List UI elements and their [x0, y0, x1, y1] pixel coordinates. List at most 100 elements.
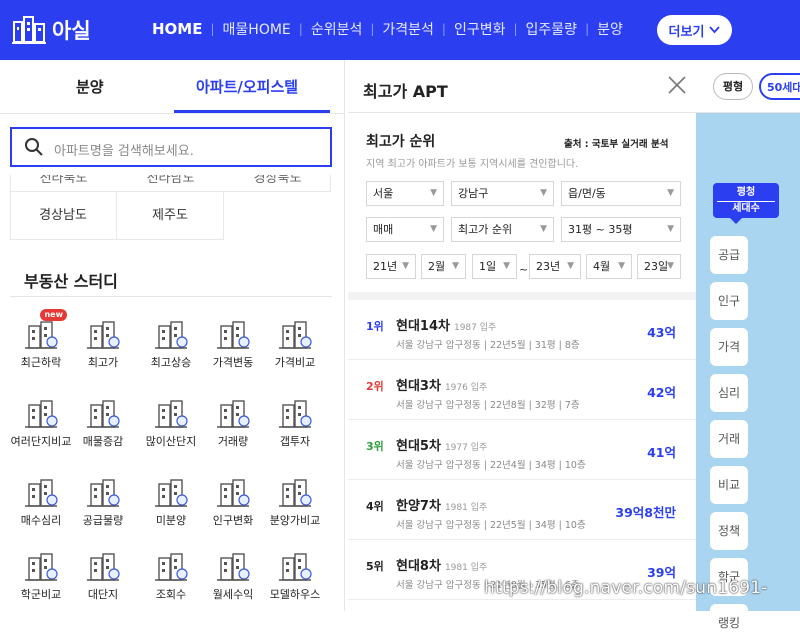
nav-separator: | — [210, 22, 215, 36]
study-item[interactable]: 매수심리 — [6, 476, 76, 528]
study-item[interactable]: 대단지 — [68, 550, 138, 602]
study-item[interactable]: new 최근하락 — [6, 309, 76, 370]
from-year-select[interactable]: 21년 ▼ — [366, 254, 416, 279]
date-range-tilde: ~ — [519, 263, 529, 276]
study-item[interactable]: 미분양 — [136, 476, 206, 528]
study-item[interactable]: 가격비교 — [260, 318, 330, 370]
to-year-select[interactable]: 23년 ▼ — [529, 254, 581, 279]
region-item[interactable]: 경상북도 — [224, 175, 331, 191]
more-button[interactable]: 더보기 — [657, 15, 732, 45]
map-menu-button[interactable]: 심리 — [710, 374, 748, 412]
size-select[interactable]: 31평 ~ 35평 ▼ — [561, 217, 681, 242]
nav-price-analysis[interactable]: 가격분석 — [382, 19, 434, 39]
apartment-detail: 서울 강남구 압구정동 | 22년5월 | 31평 | 8층 — [396, 340, 580, 351]
study-item[interactable]: 최고상승 — [136, 318, 206, 370]
nav-move-in-supply[interactable]: 입주물량 — [526, 19, 578, 39]
nav-home[interactable]: HOME — [152, 20, 202, 38]
district-select[interactable]: 강남구 ▼ — [451, 181, 554, 206]
map-search-icon — [213, 397, 253, 431]
region-item[interactable]: 경상남도 — [10, 192, 117, 240]
apartment-row[interactable]: 4위 한양7차 1981 입주 서울 강남구 압구정동 | 22년5월 | 34평 |… — [348, 480, 696, 540]
move-in-year: 1987 입주 — [453, 323, 497, 333]
study-item[interactable]: 모델하우스 — [260, 550, 330, 602]
apartment-price: 41억 — [647, 445, 676, 460]
close-icon[interactable] — [668, 76, 686, 94]
study-item-label: 매물증감 — [82, 435, 124, 448]
study-item[interactable]: 학군비교 — [6, 550, 76, 602]
dropdown-arrow-icon: ▼ — [618, 261, 625, 271]
apartment-name: 현대14차 — [396, 319, 450, 334]
study-item[interactable]: 분양가비교 — [260, 476, 330, 528]
study-item[interactable]: 여러단지비교 — [6, 397, 76, 449]
to-day-select[interactable]: 23일 ▼ — [637, 254, 681, 279]
nav-separator: | — [441, 22, 446, 36]
deal-type-select[interactable]: 매매 ▼ — [366, 217, 444, 242]
study-item-label: 최근하락 — [20, 356, 62, 369]
map-menu-button[interactable]: 인구 — [710, 282, 748, 320]
study-item-label: 공급물량 — [82, 514, 124, 527]
study-item[interactable]: 인구변화 — [198, 476, 268, 528]
region-list: 전라북도 전라남도 경상북도 경상남도 제주도 — [10, 175, 332, 255]
nav-separator: | — [370, 22, 375, 36]
sort-select[interactable]: 최고가 순위 ▼ — [451, 217, 554, 242]
large-complex-icon — [83, 550, 123, 584]
study-item-label: 대단지 — [87, 588, 119, 601]
heart-pulse-icon — [21, 476, 61, 510]
search-placeholder: 아파트명을 검색해보세요. — [54, 144, 194, 159]
grid-divider — [330, 175, 331, 192]
region-item[interactable]: 제주도 — [117, 192, 224, 240]
study-section-title: 부동산 스터디 — [24, 272, 118, 291]
search-input[interactable]: 아파트명을 검색해보세요. — [10, 127, 332, 167]
top-navigation-bar: 아실 HOME | 매물HOME | 순위분석 | 가격분석 | 인구변화 | … — [0, 0, 800, 60]
nav-separator: | — [585, 22, 590, 36]
apartment-row[interactable]: 1위 현대14차 1987 입주 서울 강남구 압구정동 | 22년5월 | 31평 … — [348, 300, 696, 360]
study-item[interactable]: 갭투자 — [260, 397, 330, 449]
study-item[interactable]: 매물증감 — [68, 397, 138, 449]
map-menu-button[interactable]: 공급 — [710, 236, 748, 274]
to-month-select[interactable]: 4월 ▼ — [586, 254, 632, 279]
gap-invest-icon — [275, 397, 315, 431]
study-item[interactable]: 많이산단지 — [136, 397, 206, 449]
study-item[interactable]: 최고가 — [68, 318, 138, 370]
map-menu-button[interactable]: 거래 — [710, 420, 748, 458]
rank-label: 3위 — [366, 440, 384, 453]
logo[interactable]: 아실 — [12, 14, 91, 46]
study-item[interactable]: 공급물량 — [68, 476, 138, 528]
crane-icon — [83, 476, 123, 510]
apartment-detail: 서울 강남구 압구정동 | 22년8월 | 32평 | 7층 — [396, 400, 580, 411]
households-filter[interactable]: 50세대 — [759, 73, 800, 100]
apartment-name-line: 현대5차 1977 입주 — [396, 435, 487, 454]
map-area[interactable]: 평청 세대수 공급 인구 가격 심리 거래 비교 정책 학군 랭킹 — [696, 113, 800, 642]
nav-population[interactable]: 인구변화 — [454, 19, 506, 39]
study-item[interactable]: 조회수 — [136, 550, 206, 602]
study-item[interactable]: 거래량 — [198, 397, 268, 449]
study-item[interactable]: 월세수익 — [198, 550, 268, 602]
tab-presale[interactable]: 분양 — [76, 76, 104, 97]
map-menu-button[interactable]: 정책 — [710, 512, 748, 550]
map-menu-button[interactable]: 가격 — [710, 328, 748, 366]
city-select[interactable]: 서울 ▼ — [366, 181, 444, 206]
pyeong-toggle[interactable]: 평형 — [713, 73, 753, 100]
region-item[interactable]: 전라남도 — [117, 175, 224, 191]
tab-apartment-officetel[interactable]: 아파트/오피스텔 — [196, 76, 298, 97]
apartment-row[interactable]: 3위 현대5차 1977 입주서울 강남구 압구정동 | 22년4월 | 34평 |… — [348, 420, 696, 480]
region-item[interactable]: 전라북도 — [10, 175, 117, 191]
nav-listings-home[interactable]: 매물HOME — [223, 19, 291, 39]
study-item[interactable]: 가격변동 — [198, 318, 268, 370]
from-day-select[interactable]: 1일 ▼ — [472, 254, 517, 279]
town-select[interactable]: 읍/면/동 ▼ — [561, 181, 681, 206]
map-panel: 평형 50세대 평청 세대수 공급 인구 가격 심리 거래 비교 정책 학군 랭킹 — [696, 60, 800, 642]
main-nav: HOME | 매물HOME | 순위분석 | 가격분석 | 인구변화 | 입주물… — [152, 19, 623, 39]
apartment-detail: 서울 강남구 압구정동 | 22년4월 | 34평 | 10층 — [396, 460, 586, 471]
apartment-row[interactable]: 2위 현대3차 1976 입주 서울 강남구 압구정동 | 22년8월 | 32평 |… — [348, 360, 696, 420]
from-month-select[interactable]: 2월 ▼ — [421, 254, 466, 279]
nav-presale[interactable]: 분양 — [597, 19, 623, 39]
study-item-label: 인구변화 — [212, 514, 254, 527]
apartment-price: 42억 — [647, 385, 676, 400]
study-item-label: 모델하우스 — [269, 588, 321, 601]
map-menu-button[interactable]: 랭킹 — [710, 604, 748, 642]
nav-ranking[interactable]: 순위분석 — [311, 19, 363, 39]
map-menu-button[interactable]: 비교 — [710, 466, 748, 504]
apartment-name: 현대5차 — [396, 439, 441, 454]
building-search-icon — [213, 318, 253, 352]
